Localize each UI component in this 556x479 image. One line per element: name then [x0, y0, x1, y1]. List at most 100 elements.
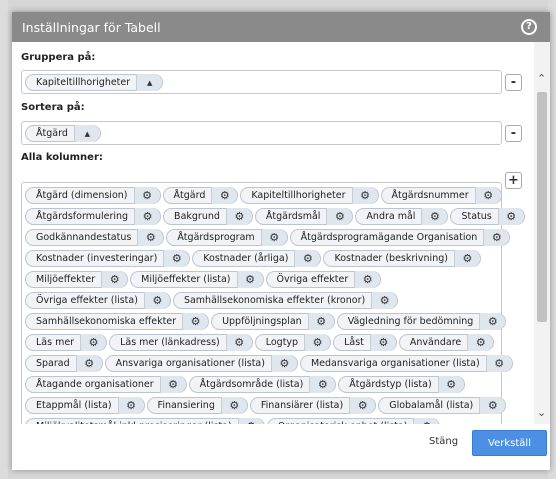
sort-up-icon[interactable]: ▲ — [136, 74, 163, 91]
gear-icon[interactable]: ⚙ — [220, 397, 247, 414]
gear-icon[interactable]: ⚙ — [236, 271, 263, 288]
column-pill[interactable]: Läs mer (länkadress) ⚙ — [109, 334, 253, 351]
column-pill[interactable]: Andra mål ⚙ — [355, 208, 449, 225]
gear-icon[interactable]: ⚙ — [497, 208, 524, 225]
gear-icon[interactable]: ⚙ — [117, 397, 144, 414]
gear-icon[interactable]: ⚙ — [354, 271, 381, 288]
gear-icon[interactable]: ⚙ — [349, 397, 376, 414]
column-pill[interactable]: Kostnader (investeringar) ⚙ — [25, 250, 191, 267]
gear-icon[interactable]: ⚙ — [485, 355, 512, 372]
sort-pill[interactable]: Åtgärd ▲ — [25, 125, 101, 142]
gear-icon[interactable]: ⚙ — [479, 313, 506, 330]
gear-icon[interactable]: ⚙ — [225, 334, 252, 351]
sort-up-icon[interactable]: ▲ — [73, 125, 100, 142]
column-pill[interactable]: Logtyp ⚙ — [254, 334, 332, 351]
add-column-button[interactable]: + — [505, 172, 522, 189]
column-pill[interactable]: Uppföljningsplan ⚙ — [211, 313, 335, 330]
column-pill[interactable]: Medansvariga organisationer (lista) ⚙ — [299, 355, 513, 372]
gear-icon[interactable]: ⚙ — [270, 355, 297, 372]
column-pill[interactable]: Åtgärd (dimension) ⚙ — [25, 187, 161, 204]
column-pill[interactable]: Åtgärdsområde (lista) ⚙ — [188, 376, 337, 393]
column-row: Läs mer ⚙ Läs mer (länkadress) ⚙ Logtyp ⚙ Låst… — [24, 332, 499, 353]
gear-icon[interactable]: ⚙ — [437, 376, 464, 393]
scrollbar[interactable]: ⌃ ⌄ — [534, 42, 550, 424]
column-pill[interactable]: Kostnader (beskrivning) ⚙ — [323, 250, 481, 267]
remove-sort-button[interactable]: - — [505, 125, 522, 142]
gear-icon[interactable]: ⚙ — [304, 334, 331, 351]
column-row: Godkännandestatus ⚙ Åtgärdsprogram ⚙ Åtgärds… — [24, 227, 511, 248]
column-pill[interactable]: Miljöeffekter (lista) ⚙ — [130, 271, 264, 288]
column-pill-label: Användare — [409, 337, 462, 348]
column-pill-label: Globalamål (lista) — [389, 400, 474, 411]
gear-icon[interactable]: ⚙ — [159, 376, 186, 393]
column-pill[interactable]: Övriga effekter ⚙ — [265, 271, 382, 288]
gear-icon[interactable]: ⚙ — [163, 250, 190, 267]
close-button[interactable]: Stäng — [429, 436, 458, 447]
column-pill[interactable]: Finansiärer (lista) ⚙ — [249, 397, 377, 414]
column-pill[interactable]: Godkännandestatus ⚙ — [25, 229, 165, 246]
column-pill[interactable]: Åtgärdsprogramägande Organisation ⚙ — [289, 229, 511, 246]
gear-icon[interactable]: ⚙ — [421, 208, 448, 225]
column-pill[interactable]: Åtgärdstyp (lista) ⚙ — [338, 376, 465, 393]
scrollbar-thumb[interactable] — [537, 92, 547, 322]
gear-icon[interactable]: ⚙ — [225, 208, 252, 225]
gear-icon[interactable]: ⚙ — [467, 334, 494, 351]
help-icon[interactable]: ? — [521, 19, 537, 35]
column-pill[interactable]: Samhällsekonomiska effekter ⚙ — [25, 313, 210, 330]
column-pill-label: Kapiteltillhorigheter — [251, 190, 346, 201]
gear-icon[interactable]: ⚙ — [326, 208, 353, 225]
group-pill[interactable]: Kapiteltillhorigheter ▲ — [25, 74, 164, 91]
column-pill[interactable]: Åtgärd ⚙ — [162, 187, 239, 204]
column-pill[interactable]: Samhällsekonomiska effekter (kronor) ⚙ — [172, 292, 399, 309]
column-pill[interactable]: Åtgärdsformulering ⚙ — [25, 208, 162, 225]
column-pill[interactable]: Vägledning för bedömning ⚙ — [336, 313, 507, 330]
gear-icon[interactable]: ⚙ — [75, 355, 102, 372]
gear-icon[interactable]: ⚙ — [307, 313, 334, 330]
column-pill[interactable]: Åtagande organisationer ⚙ — [25, 376, 187, 393]
gear-icon[interactable]: ⚙ — [294, 250, 321, 267]
column-pill-label: Åtgärd — [173, 190, 206, 201]
column-pill[interactable]: Kostnader (årliga) ⚙ — [192, 250, 322, 267]
column-pill[interactable]: Kapiteltillhorigheter ⚙ — [240, 187, 379, 204]
gear-icon[interactable]: ⚙ — [351, 187, 378, 204]
column-pill[interactable]: Åtgärdsprogram ⚙ — [166, 229, 288, 246]
column-pill[interactable]: Sparad ⚙ — [25, 355, 103, 372]
gear-icon[interactable]: ⚙ — [483, 229, 510, 246]
gear-icon[interactable]: ⚙ — [479, 397, 506, 414]
column-pill[interactable]: Finansiering ⚙ — [146, 397, 248, 414]
column-pill[interactable]: Globalamål (lista) ⚙ — [378, 397, 507, 414]
gear-icon[interactable]: ⚙ — [474, 187, 501, 204]
column-pill-label: Uppföljningsplan — [222, 316, 302, 327]
column-pill[interactable]: Ansvariga organisationer (lista) ⚙ — [104, 355, 298, 372]
apply-button[interactable]: Verkställ — [472, 430, 547, 456]
scroll-down-icon[interactable]: ⌄ — [537, 406, 546, 419]
gear-icon[interactable]: ⚙ — [369, 334, 396, 351]
column-pill[interactable]: Åtgärdsnummer ⚙ — [380, 187, 502, 204]
column-pill[interactable]: Bakgrund ⚙ — [163, 208, 253, 225]
column-pill[interactable]: Låst ⚙ — [333, 334, 397, 351]
column-pill[interactable]: Övriga effekter (lista) ⚙ — [25, 292, 171, 309]
column-pill-label: Godkännandestatus — [36, 232, 132, 243]
gear-icon[interactable]: ⚙ — [134, 208, 161, 225]
column-pill[interactable]: Status ⚙ — [450, 208, 525, 225]
gear-icon[interactable]: ⚙ — [133, 187, 160, 204]
gear-icon[interactable]: ⚙ — [182, 313, 209, 330]
gear-icon[interactable]: ⚙ — [101, 271, 128, 288]
column-pill[interactable]: Åtgärdsmål ⚙ — [254, 208, 354, 225]
column-pill-label: Åtgärd (dimension) — [36, 190, 128, 201]
gear-icon[interactable]: ⚙ — [260, 229, 287, 246]
gear-icon[interactable]: ⚙ — [80, 334, 107, 351]
column-pill[interactable]: Läs mer ⚙ — [25, 334, 108, 351]
gear-icon[interactable]: ⚙ — [211, 187, 238, 204]
remove-group-button[interactable]: - — [505, 74, 522, 91]
gear-icon[interactable]: ⚙ — [143, 292, 170, 309]
gear-icon[interactable]: ⚙ — [453, 250, 480, 267]
column-row: Åtgärd (dimension) ⚙ Åtgärd ⚙ Kapiteltillhor… — [24, 185, 502, 206]
gear-icon[interactable]: ⚙ — [371, 292, 398, 309]
column-pill[interactable]: Användare ⚙ — [398, 334, 495, 351]
scroll-up-icon[interactable]: ⌃ — [537, 72, 546, 85]
gear-icon[interactable]: ⚙ — [137, 229, 164, 246]
gear-icon[interactable]: ⚙ — [309, 376, 336, 393]
column-pill[interactable]: Etappmål (lista) ⚙ — [25, 397, 145, 414]
column-pill[interactable]: Miljöeffekter ⚙ — [25, 271, 129, 288]
